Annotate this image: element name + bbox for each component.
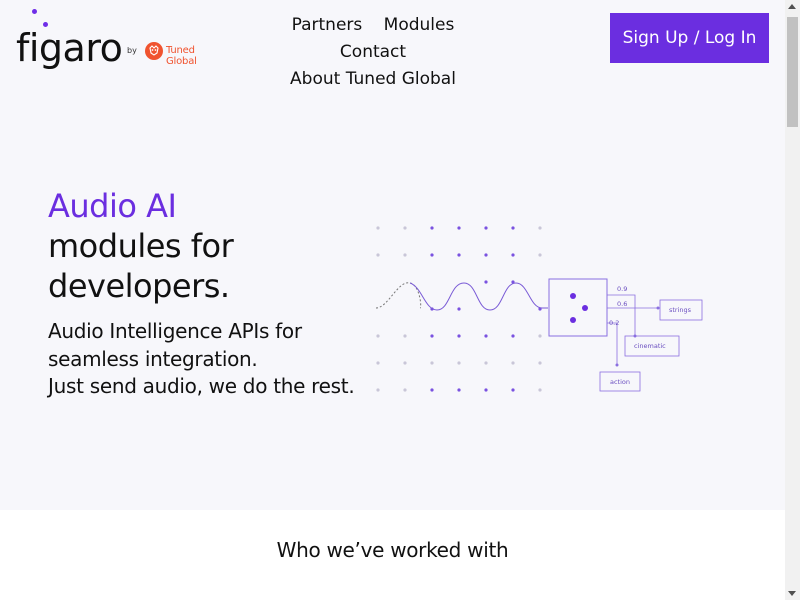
hero-section: figaro by Tuned Global Partners Modules … bbox=[0, 0, 785, 510]
logo-dot-icon bbox=[32, 9, 37, 14]
grid-dot bbox=[457, 361, 461, 365]
scroll-up-arrow-icon[interactable] bbox=[788, 4, 796, 9]
grid-dot bbox=[457, 388, 461, 392]
hero-subtitle-line: Just send audio, we do the rest. bbox=[48, 374, 355, 398]
hero-subtitle-line: Audio Intelligence APIs for bbox=[48, 319, 302, 343]
grid-dot bbox=[511, 388, 515, 392]
processor-box bbox=[548, 278, 608, 337]
grid-dot bbox=[538, 388, 542, 392]
grid-dot bbox=[403, 334, 407, 338]
tuned-global-logo-text: Tuned Global bbox=[166, 45, 197, 67]
grid-dot bbox=[376, 334, 380, 338]
hero-subtitle: Audio Intelligence APIs for seamless int… bbox=[48, 318, 355, 401]
hero-subtitle-line: seamless integration. bbox=[48, 346, 258, 371]
grid-dot bbox=[430, 361, 434, 365]
processor-dot bbox=[570, 317, 576, 323]
grid-dot bbox=[484, 388, 488, 392]
grid-dot bbox=[457, 334, 461, 338]
grid-dot bbox=[430, 334, 434, 338]
connector-arrow bbox=[656, 306, 660, 310]
hero-title-accent: Audio AI bbox=[48, 187, 177, 225]
nav-partners[interactable]: Partners bbox=[292, 15, 363, 35]
label-cinematic: cinematic bbox=[634, 342, 666, 350]
scroll-down-arrow-icon[interactable] bbox=[788, 591, 796, 596]
grid-dot bbox=[376, 253, 380, 257]
connector-strings bbox=[607, 294, 658, 309]
dot-grid bbox=[376, 226, 542, 392]
grid-dot bbox=[511, 334, 515, 338]
grid-dot bbox=[511, 226, 515, 230]
nav-about-tuned-global[interactable]: About Tuned Global bbox=[290, 69, 456, 89]
grid-dot bbox=[484, 280, 488, 284]
tuned-global-icon bbox=[145, 42, 163, 60]
waveform-solid bbox=[409, 282, 548, 311]
scrollbar-thumb[interactable] bbox=[787, 17, 798, 127]
main-nav: Partners Modules Contact About Tuned Glo… bbox=[246, 12, 500, 93]
grid-dot bbox=[403, 226, 407, 230]
worked-with-heading: Who we’ve worked with bbox=[276, 538, 509, 562]
label-action: action bbox=[610, 378, 630, 386]
grid-dot bbox=[484, 253, 488, 257]
grid-dot bbox=[457, 226, 461, 230]
grid-dot bbox=[403, 388, 407, 392]
grid-dot bbox=[457, 307, 461, 311]
grid-dot bbox=[430, 253, 434, 257]
processor-dot bbox=[570, 293, 576, 299]
grid-dot bbox=[430, 388, 434, 392]
processor-dot bbox=[582, 305, 588, 311]
grid-dot bbox=[538, 334, 542, 338]
grid-dot bbox=[376, 361, 380, 365]
grid-dot bbox=[484, 226, 488, 230]
grid-dot bbox=[484, 334, 488, 338]
logo-by-text: by bbox=[127, 46, 137, 55]
grid-dot bbox=[430, 226, 434, 230]
grid-dot bbox=[376, 388, 380, 392]
score-label: 0.9 bbox=[617, 285, 627, 293]
grid-dot bbox=[511, 361, 515, 365]
grid-dot bbox=[538, 226, 542, 230]
grid-dot bbox=[484, 361, 488, 365]
score-label: 0.2 bbox=[609, 319, 619, 327]
figaro-logo[interactable]: figaro by Tuned Global bbox=[16, 8, 226, 70]
page-scrollbar[interactable] bbox=[785, 0, 800, 600]
page: figaro by Tuned Global Partners Modules … bbox=[0, 0, 785, 600]
connector-arrow bbox=[615, 363, 619, 367]
hero-title-line: modules for bbox=[48, 227, 234, 265]
grid-dot bbox=[538, 361, 542, 365]
connector-action bbox=[607, 322, 618, 365]
nav-contact[interactable]: Contact bbox=[340, 42, 406, 62]
logo-wordmark: figaro bbox=[16, 26, 123, 70]
grid-dot bbox=[538, 253, 542, 257]
label-strings: strings bbox=[669, 306, 692, 314]
score-label: 0.6 bbox=[617, 300, 627, 308]
grid-dot bbox=[403, 361, 407, 365]
sign-up-login-button[interactable]: Sign Up / Log In bbox=[610, 13, 769, 63]
nav-modules[interactable]: Modules bbox=[384, 15, 455, 35]
grid-dot bbox=[457, 253, 461, 257]
hero-title-line: developers. bbox=[48, 267, 230, 305]
hero-title: Audio AI modules for developers. bbox=[48, 186, 234, 306]
audio-ai-illustration: 0.9 0.6 0.2 strings cinematic action bbox=[375, 226, 703, 392]
waveform-dashed bbox=[375, 282, 422, 309]
grid-dot bbox=[376, 226, 380, 230]
grid-dot bbox=[403, 253, 407, 257]
grid-dot bbox=[511, 253, 515, 257]
